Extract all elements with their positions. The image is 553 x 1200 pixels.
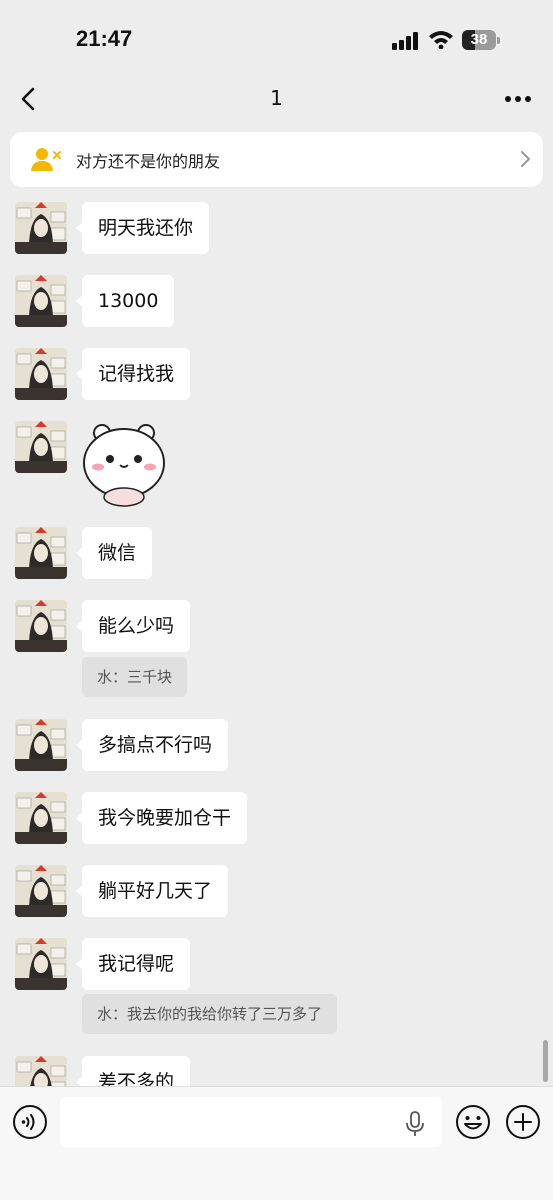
- avatar[interactable]: [15, 421, 67, 473]
- signal-icon: [392, 32, 420, 50]
- status-bar: 21:47 38: [0, 0, 553, 80]
- battery-icon: 38: [462, 30, 500, 50]
- input-bar: [0, 1086, 553, 1200]
- chat-header: 1: [0, 80, 553, 120]
- message-bubble[interactable]: 我今晚要加仓干: [75, 792, 248, 844]
- emoji-icon[interactable]: [455, 1104, 491, 1140]
- voice-icon[interactable]: [12, 1104, 48, 1140]
- more-dots-icon[interactable]: [500, 84, 536, 114]
- message-input[interactable]: [60, 1097, 442, 1147]
- message-bubble[interactable]: 我记得呢: [75, 938, 191, 990]
- message-bubble[interactable]: 差不多的: [75, 1056, 191, 1086]
- avatar[interactable]: [15, 348, 67, 400]
- avatar[interactable]: [15, 202, 67, 254]
- avatar[interactable]: [15, 527, 67, 579]
- avatar[interactable]: [15, 938, 67, 990]
- message-bubble[interactable]: 明天我还你: [75, 202, 210, 254]
- wifi-icon: [429, 31, 453, 49]
- quoted-reply[interactable]: 水：我去你的我给你转了三万多了: [82, 994, 338, 1034]
- avatar[interactable]: [15, 719, 67, 771]
- quoted-reply[interactable]: 水：三千块: [82, 657, 188, 697]
- message-bubble[interactable]: 13000: [75, 275, 175, 327]
- avatar[interactable]: [15, 600, 67, 652]
- avatar[interactable]: [15, 275, 67, 327]
- plus-icon[interactable]: [505, 1104, 541, 1140]
- chat-title: 1: [270, 86, 283, 110]
- avatar[interactable]: [15, 865, 67, 917]
- avatar[interactable]: [15, 1056, 67, 1086]
- add-friend-icon: [31, 148, 61, 171]
- message-bubble[interactable]: 微信: [75, 527, 153, 579]
- chat-messages[interactable]: 明天我还你 13000 记得找我 微信 能么少吗 水：三千块 多搞点不行吗 我今…: [0, 190, 553, 1086]
- microphone-icon[interactable]: [404, 1111, 426, 1137]
- not-friend-banner[interactable]: 对方还不是你的朋友: [10, 132, 543, 187]
- message-bubble[interactable]: 多搞点不行吗: [75, 719, 229, 771]
- bear-sticker-icon[interactable]: [78, 419, 170, 511]
- banner-text: 对方还不是你的朋友: [76, 152, 221, 171]
- message-bubble[interactable]: 记得找我: [75, 348, 191, 400]
- battery-level: 38: [470, 31, 488, 48]
- message-bubble[interactable]: 躺平好几天了: [75, 865, 229, 917]
- avatar[interactable]: [15, 792, 67, 844]
- message-bubble[interactable]: 能么少吗: [75, 600, 191, 652]
- chat-scrollbar[interactable]: [543, 1040, 548, 1082]
- chevron-right-icon: [521, 151, 530, 167]
- status-time: 21:47: [76, 26, 133, 51]
